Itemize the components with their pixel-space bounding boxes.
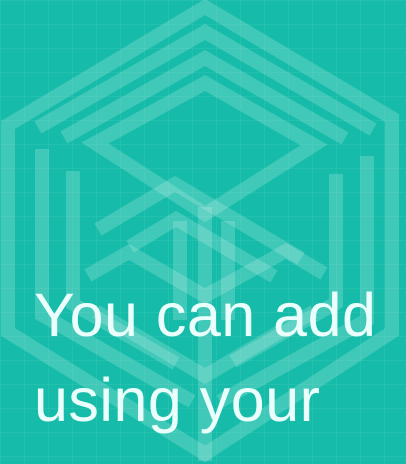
caption-line-2: using your — [34, 366, 321, 434]
caption-line-1: You can add — [34, 281, 377, 349]
slide-canvas: You can add using your — [0, 0, 406, 464]
